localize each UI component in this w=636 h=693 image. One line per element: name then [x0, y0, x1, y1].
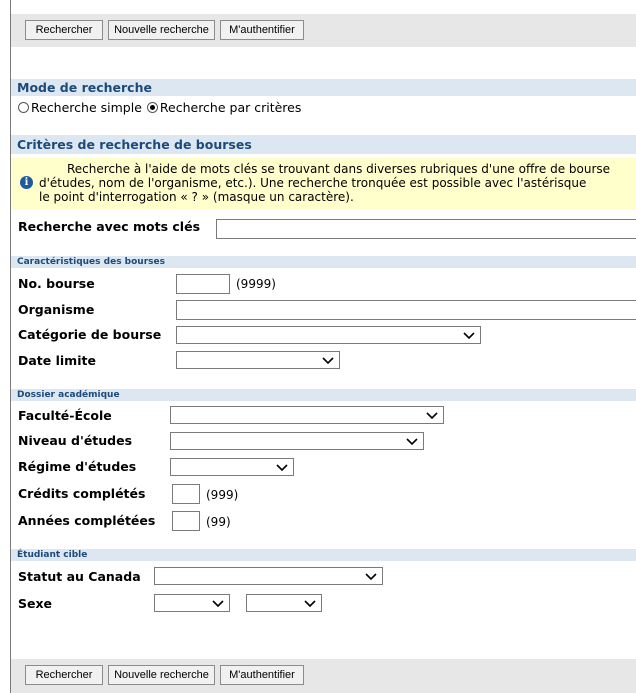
credits-hint: (999) [206, 488, 239, 502]
chevron-down-icon [406, 438, 418, 446]
organisme-input[interactable] [176, 300, 636, 320]
niveau-select[interactable] [170, 432, 424, 450]
info-icon: i [20, 176, 33, 189]
chevron-down-icon [212, 600, 224, 608]
regime-label: Régime d'études [18, 459, 137, 474]
info-text: Recherche à l'aide de mots clés se trouv… [39, 162, 636, 204]
radio-criteria-search[interactable] [146, 102, 158, 113]
chevron-down-icon [463, 332, 475, 340]
search-button[interactable]: Rechercher [25, 20, 103, 40]
faculte-select[interactable] [170, 406, 444, 424]
annees-label: Années complétées [18, 513, 156, 528]
sexe-select-1[interactable] [154, 594, 230, 612]
keywords-label: Recherche avec mots clés [18, 219, 201, 234]
chevron-down-icon [426, 412, 438, 420]
criteria-heading: Critères de recherche de bourses [11, 135, 636, 154]
annees-hint: (99) [206, 515, 231, 529]
search-button-bottom[interactable]: Rechercher [25, 665, 103, 685]
no-bourse-label: No. bourse [18, 276, 95, 291]
date-limite-label: Date limite [18, 353, 96, 368]
no-bourse-hint: (9999) [236, 277, 276, 291]
credits-label: Crédits complétés [18, 486, 146, 501]
characteristics-heading: Caractéristiques des bourses [11, 256, 636, 268]
radio-criteria-label: Recherche par critères [159, 100, 302, 115]
frame-border [10, 0, 11, 693]
organisme-label: Organisme [18, 302, 95, 317]
chevron-down-icon [276, 464, 288, 472]
radio-simple-search[interactable] [18, 102, 29, 113]
info-box: i Recherche à l'aide de mots clés se tro… [11, 158, 636, 210]
search-mode-heading: Mode de recherche [11, 79, 636, 96]
authenticate-button-bottom[interactable]: M'authentifier [220, 665, 304, 685]
date-limite-select[interactable] [176, 351, 340, 369]
student-heading: Étudiant cible [11, 549, 636, 561]
regime-select[interactable] [170, 458, 294, 476]
radio-simple-label: Recherche simple [31, 100, 142, 115]
chevron-down-icon [304, 600, 316, 608]
keywords-input[interactable] [216, 219, 636, 239]
sexe-label: Sexe [18, 596, 53, 611]
new-search-button-bottom[interactable]: Nouvelle recherche [108, 665, 215, 685]
chevron-down-icon [365, 573, 377, 581]
categorie-label: Catégorie de bourse [18, 327, 162, 342]
search-mode-options: Recherche simple Recherche par critères [18, 100, 301, 115]
faculte-label: Faculté-École [18, 408, 112, 423]
info-line-2: d'études, nom de l'organisme, etc.). Une… [39, 176, 587, 190]
credits-input[interactable] [172, 484, 200, 504]
authenticate-button[interactable]: M'authentifier [220, 20, 304, 40]
statut-select[interactable] [154, 567, 383, 585]
new-search-button[interactable]: Nouvelle recherche [108, 20, 215, 40]
top-toolbar: Rechercher Nouvelle recherche M'authenti… [11, 14, 636, 47]
niveau-label: Niveau d'études [18, 433, 133, 448]
academic-heading: Dossier académique [11, 389, 636, 401]
categorie-select[interactable] [176, 326, 481, 344]
annees-input[interactable] [172, 511, 200, 531]
info-line-1: Recherche à l'aide de mots clés se trouv… [67, 162, 611, 176]
radio-selected-dot [149, 105, 155, 110]
statut-label: Statut au Canada [18, 569, 141, 584]
chevron-down-icon [322, 357, 334, 365]
bottom-toolbar: Rechercher Nouvelle recherche M'authenti… [11, 659, 636, 693]
info-line-3: le point d'interrogation « ? » (masque u… [39, 190, 354, 204]
no-bourse-input[interactable] [176, 274, 230, 294]
sexe-select-2[interactable] [246, 594, 322, 612]
